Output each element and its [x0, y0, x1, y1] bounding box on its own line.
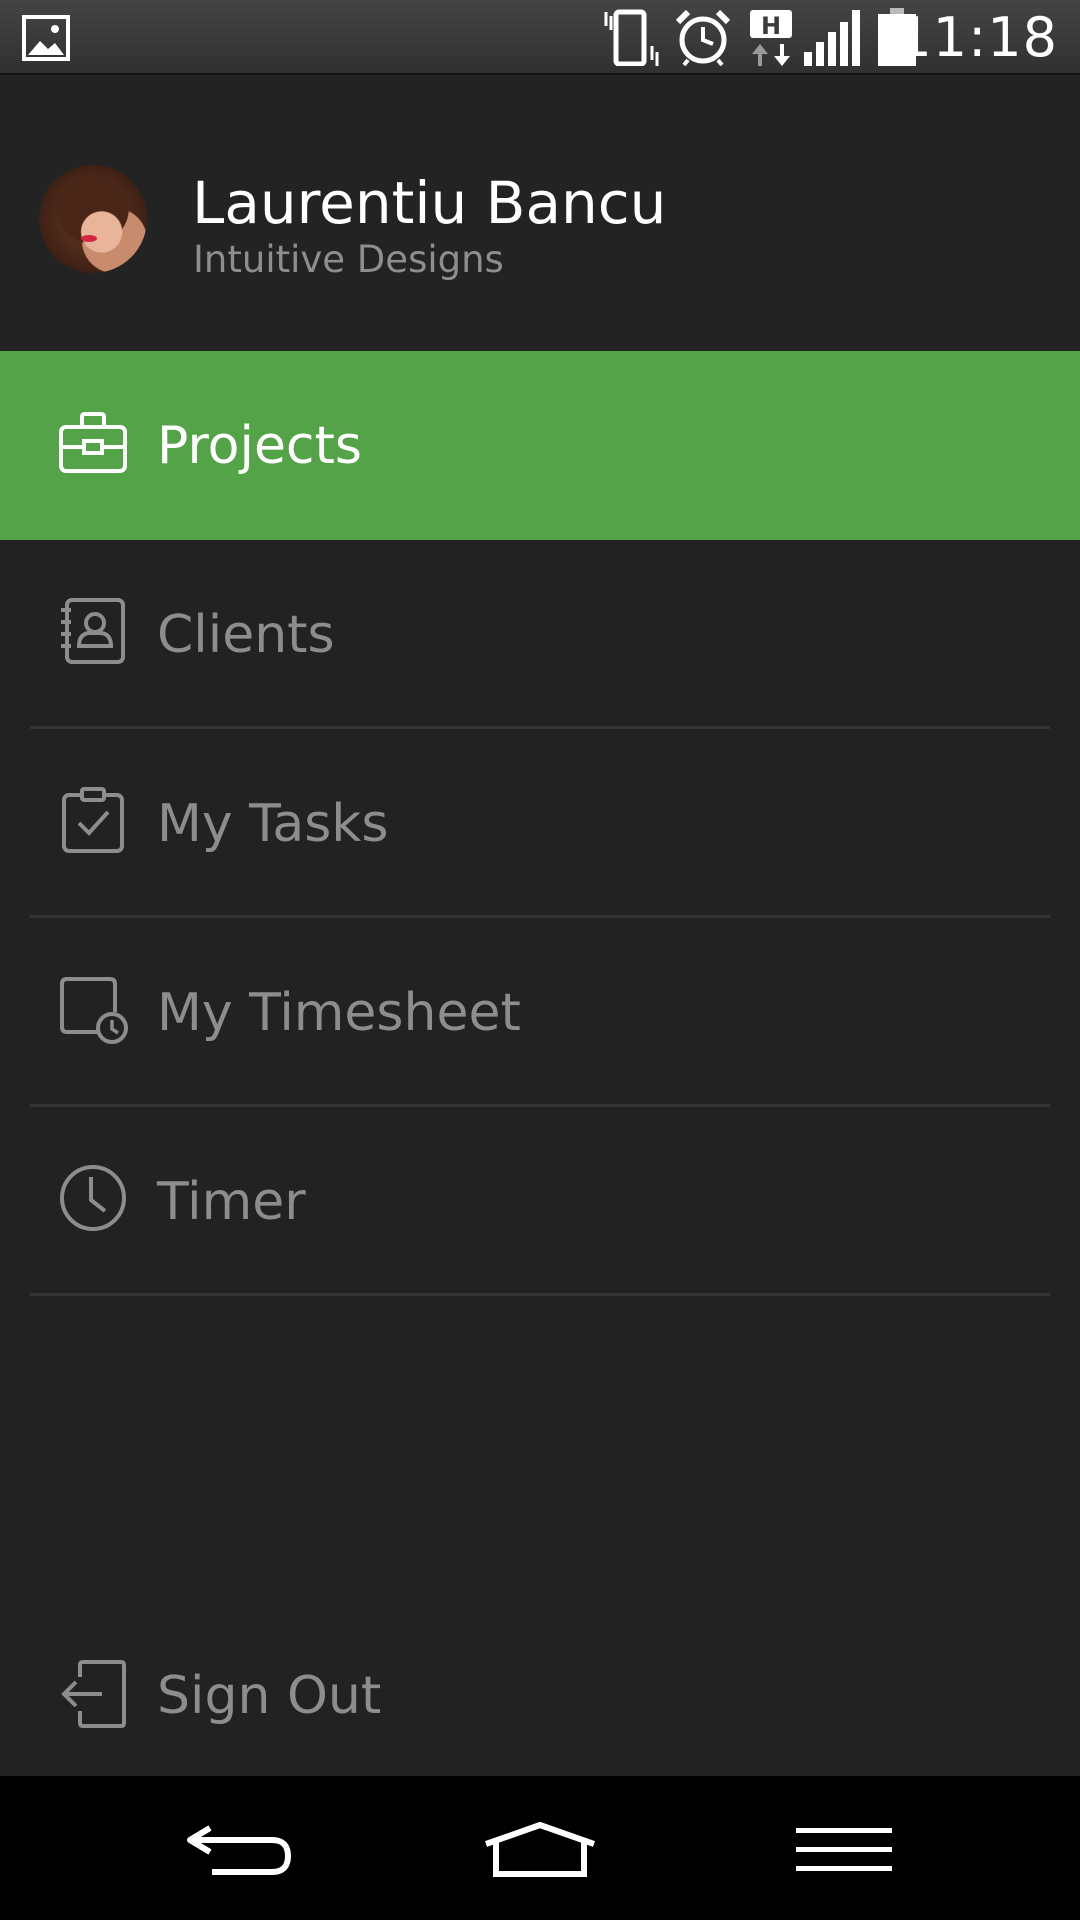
- status-bar: H 11:18: [0, 0, 1080, 75]
- briefcase-icon: [59, 412, 127, 473]
- menu-item-label: My Timesheet: [157, 983, 521, 1043]
- menu-item-my-tasks[interactable]: My Tasks: [0, 729, 1080, 918]
- avatar[interactable]: [39, 165, 147, 273]
- vibrate-icon: [604, 9, 659, 66]
- menu-item-label: Timer: [157, 1172, 306, 1232]
- sign-out-icon: [61, 1660, 126, 1728]
- menu-item-label: Projects: [157, 416, 363, 476]
- signal-icon: [804, 10, 860, 66]
- clock-icon: [60, 1165, 126, 1231]
- home-button[interactable]: [440, 1776, 640, 1920]
- menu-icon: [796, 1828, 892, 1871]
- back-button[interactable]: [138, 1776, 338, 1920]
- divider: [30, 1293, 1050, 1296]
- profile-header[interactable]: Laurentiu Bancu Intuitive Designs: [0, 75, 1080, 351]
- menu-item-label: My Tasks: [157, 794, 389, 854]
- sign-out-label: Sign Out: [157, 1666, 382, 1726]
- home-icon: [485, 1822, 595, 1877]
- menu-item-projects[interactable]: Projects: [0, 351, 1080, 540]
- menu-item-my-timesheet[interactable]: My Timesheet: [0, 918, 1080, 1107]
- svg-text:H: H: [761, 12, 781, 40]
- timesheet-clock-icon: [60, 977, 128, 1044]
- menu-item-label: Clients: [157, 605, 335, 665]
- image-notification-icon: [22, 15, 70, 61]
- alarm-icon: [675, 9, 731, 66]
- navigation-bar: [0, 1776, 1080, 1920]
- back-icon: [187, 1825, 292, 1875]
- clipboard-check-icon: [62, 787, 124, 853]
- status-time: 11:18: [897, 6, 1058, 69]
- menu-item-clients[interactable]: Clients: [0, 540, 1080, 729]
- menu-item-timer[interactable]: Timer: [0, 1107, 1080, 1296]
- user-name: Laurentiu Bancu: [192, 169, 667, 237]
- hspa-data-icon: H: [750, 10, 792, 66]
- menu-button[interactable]: [742, 1776, 942, 1920]
- contacts-book-icon: [61, 598, 125, 664]
- sign-out-button[interactable]: Sign Out: [0, 1607, 1080, 1776]
- user-organization: Intuitive Designs: [193, 238, 504, 281]
